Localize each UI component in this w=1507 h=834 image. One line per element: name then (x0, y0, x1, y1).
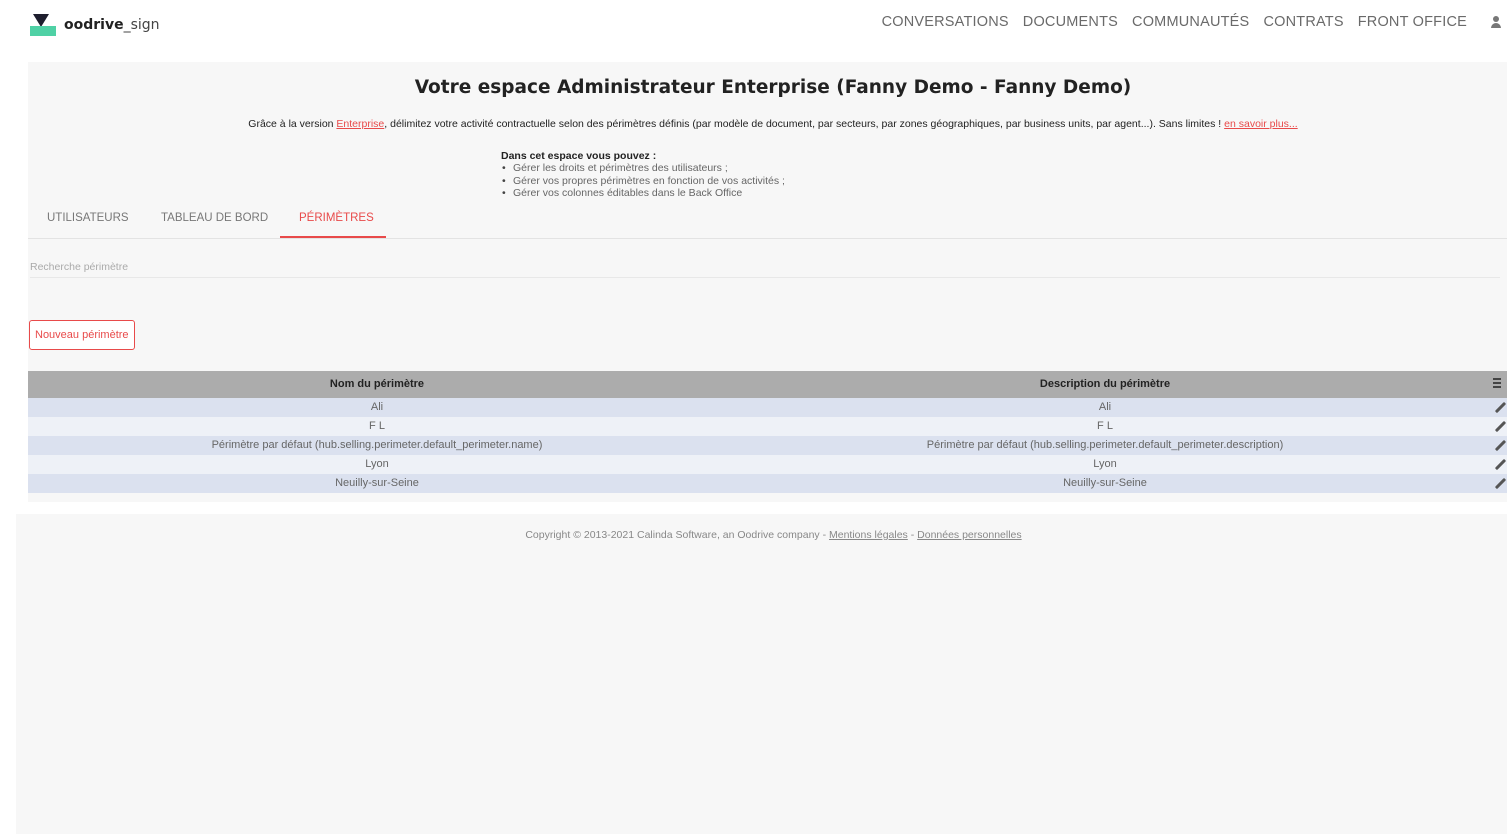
nav-contrats[interactable]: CONTRATS (1263, 14, 1343, 30)
column-header-name[interactable]: Nom du périmètre (28, 378, 726, 390)
cell-name: Périmètre par défaut (hub.selling.perime… (211, 439, 543, 451)
edit-icon[interactable] (1493, 458, 1507, 471)
cell-name: Ali (370, 401, 384, 413)
tab-perimetres[interactable]: PÉRIMÈTRES (299, 212, 374, 224)
perimeters-table: Nom du périmètre Description du périmètr… (28, 371, 1507, 493)
intro-text: Grâce à la version Enterprise, délimitez… (248, 118, 1298, 130)
enterprise-link[interactable]: Enterprise (336, 118, 384, 130)
tab-tableau-de-bord[interactable]: TABLEAU DE BORD (161, 212, 268, 224)
capability-item: Gérer les droits et périmètres des utili… (502, 162, 785, 175)
nav-documents[interactable]: DOCUMENTS (1023, 14, 1118, 30)
top-bar: oodrive_sign CONVERSATIONS DOCUMENTS COM… (0, 0, 1507, 50)
cell-name: Neuilly-sur-Seine (335, 477, 419, 489)
oodrive-logo-icon (30, 13, 58, 37)
logo[interactable]: oodrive_sign (30, 12, 160, 38)
table-row[interactable]: Lyon Lyon (28, 455, 1507, 474)
user-icon[interactable] (1490, 16, 1502, 30)
active-tab-indicator (280, 236, 386, 238)
table-row[interactable]: F L F L (28, 417, 1507, 436)
privacy-link[interactable]: Données personnelles (917, 529, 1022, 541)
table-row[interactable]: Ali Ali (28, 398, 1507, 417)
table-header: Nom du périmètre Description du périmètr… (28, 371, 1507, 398)
capabilities-list: Dans cet espace vous pouvez : Gérer les … (501, 150, 785, 200)
capability-item: Gérer vos colonnes éditables dans le Bac… (502, 187, 785, 200)
cell-name: F L (369, 420, 385, 432)
edit-icon[interactable] (1493, 439, 1507, 452)
footer: Copyright © 2013-2021 Calinda Software, … (16, 514, 1507, 834)
nav-conversations[interactable]: CONVERSATIONS (882, 14, 1009, 30)
nav-front-office[interactable]: FRONT OFFICE (1358, 14, 1467, 30)
new-perimeter-button[interactable]: Nouveau périmètre (29, 320, 135, 350)
copyright: Copyright © 2013-2021 Calinda Software, … (525, 529, 1022, 541)
cell-description: Neuilly-sur-Seine (1063, 477, 1147, 489)
cell-description: F L (1097, 420, 1113, 432)
capabilities-title: Dans cet espace vous pouvez : (501, 150, 657, 162)
edit-icon[interactable] (1493, 477, 1507, 490)
learn-more-link[interactable]: en savoir plus... (1224, 118, 1298, 130)
edit-icon[interactable] (1493, 420, 1507, 433)
column-header-description[interactable]: Description du périmètre (756, 378, 1454, 390)
cell-description: Lyon (1093, 458, 1117, 470)
tab-utilisateurs[interactable]: UTILISATEURS (47, 212, 129, 224)
legal-notice-link[interactable]: Mentions légales (829, 529, 908, 541)
page-title: Votre espace Administrateur Enterprise (… (414, 77, 1132, 98)
admin-tabs: UTILISATEURS TABLEAU DE BORD PÉRIMÈTRES (28, 202, 1507, 239)
search-perimeter-input[interactable] (30, 257, 1500, 278)
capability-item: Gérer vos propres périmètres en fonction… (502, 175, 785, 188)
cell-description: Ali (1098, 401, 1112, 413)
cell-description: Périmètre par défaut (hub.selling.perime… (926, 439, 1284, 451)
admin-panel: Votre espace Administrateur Enterprise (… (28, 62, 1507, 502)
table-row[interactable]: Périmètre par défaut (hub.selling.perime… (28, 436, 1507, 455)
cell-name: Lyon (365, 458, 389, 470)
table-row[interactable]: Neuilly-sur-Seine Neuilly-sur-Seine (28, 474, 1507, 493)
edit-icon[interactable] (1493, 401, 1507, 414)
main-nav: CONVERSATIONS DOCUMENTS COMMUNAUTÉS CONT… (868, 14, 1467, 30)
nav-communautes[interactable]: COMMUNAUTÉS (1132, 14, 1249, 30)
brand-name: oodrive_sign (64, 17, 160, 33)
column-settings-icon[interactable] (1493, 377, 1505, 389)
